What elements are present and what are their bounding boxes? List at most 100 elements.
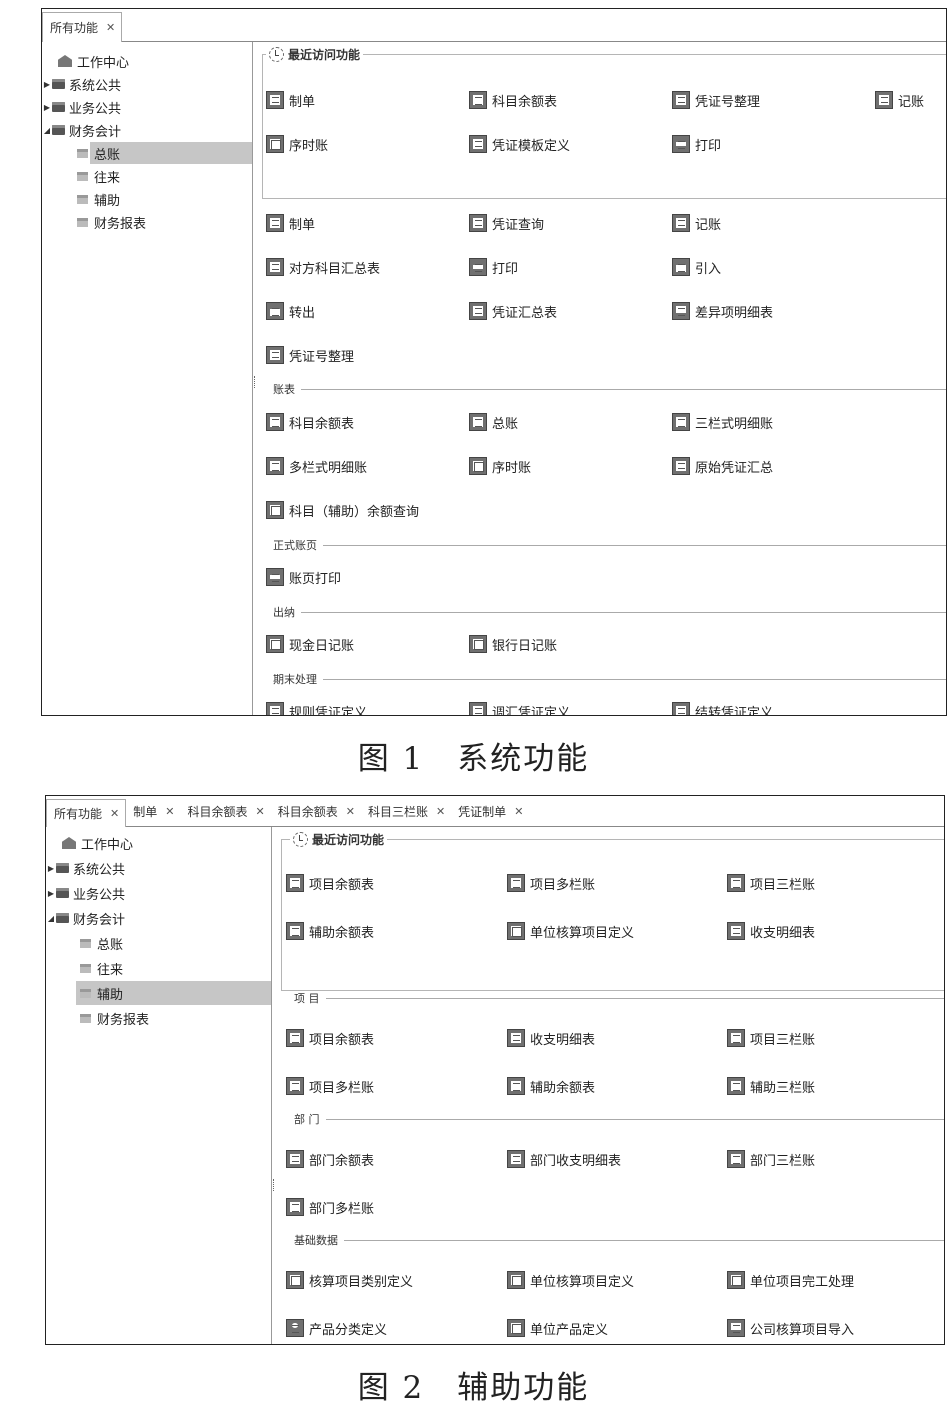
expand-arrow-icon[interactable]: ▶ xyxy=(42,103,52,112)
splitter-handle[interactable] xyxy=(254,376,257,388)
close-icon[interactable]: ✕ xyxy=(110,807,119,820)
recent-func-voucher-sort[interactable]: 凭证号整理 xyxy=(672,89,760,111)
func-multi-column-detail[interactable]: 多栏式明细账 xyxy=(266,455,367,477)
func-exchange-voucher[interactable]: 调汇凭证定义 xyxy=(469,700,570,715)
tree-item-financial-reports[interactable]: 财务报表 xyxy=(42,211,252,233)
tree-item-receivables[interactable]: 往来 xyxy=(42,165,252,187)
func-unit-item-completion[interactable]: 单位项目完工处理 xyxy=(727,1269,854,1291)
recent-func-project-multi-column[interactable]: 项目多栏账 xyxy=(507,872,595,894)
exchange-icon xyxy=(469,702,487,715)
func-rule-voucher[interactable]: 规则凭证定义 xyxy=(266,700,367,715)
func-item-category-def[interactable]: 核算项目类别定义 xyxy=(286,1269,413,1291)
tree-item-work-center[interactable]: 工作中心 xyxy=(42,50,252,72)
list-icon xyxy=(727,1077,745,1095)
func-carry-forward-voucher[interactable]: 结转凭证定义 xyxy=(672,700,773,715)
tree-item-system-public[interactable]: ▶ 系统公共 xyxy=(42,73,252,95)
recent-func-unit-item-def[interactable]: 单位核算项目定义 xyxy=(507,920,634,942)
tab-account-balance-2[interactable]: 科目余额表 ✕ xyxy=(271,796,361,826)
tree-item-work-center[interactable]: 工作中心 xyxy=(46,831,271,855)
expand-arrow-icon[interactable]: ▶ xyxy=(46,864,56,873)
func-three-column-detail[interactable]: 三栏式明细账 xyxy=(672,411,773,433)
func-import[interactable]: 引入 xyxy=(672,256,721,278)
func-dept-three-column[interactable]: 部门三栏账 xyxy=(727,1148,815,1170)
close-icon[interactable]: ✕ xyxy=(346,805,355,818)
recent-func-template[interactable]: 凭证模板定义 xyxy=(469,133,570,155)
tab-all-functions[interactable]: 所有功能 ✕ xyxy=(46,799,127,827)
tree-item-business-public[interactable]: ▶ 业务公共 xyxy=(46,881,271,905)
func-aux-three-column[interactable]: 辅助三栏账 xyxy=(727,1075,815,1097)
close-icon[interactable]: ✕ xyxy=(514,805,523,818)
close-icon[interactable]: ✕ xyxy=(436,805,445,818)
tab-three-column-ledger[interactable]: 科目三栏账 ✕ xyxy=(361,796,451,826)
func-bank-journal[interactable]: 银行日记账 xyxy=(469,633,557,655)
func-voucher-query[interactable]: 凭证查询 xyxy=(469,212,544,234)
func-make-voucher[interactable]: 制单 xyxy=(266,212,315,234)
recent-func-print[interactable]: 打印 xyxy=(672,133,721,155)
tree-item-general-ledger[interactable]: 总账 xyxy=(46,931,271,955)
tree-item-auxiliary[interactable]: 辅助 xyxy=(42,188,252,210)
func-dept-income-detail[interactable]: 部门收支明细表 xyxy=(507,1148,621,1170)
func-unit-product-def[interactable]: 单位产品定义 xyxy=(507,1317,608,1339)
recent-func-chronological[interactable]: 序时账 xyxy=(266,133,328,155)
func-balance-query[interactable]: 科目（辅助）余额查询 xyxy=(266,499,419,521)
func-project-multi-column[interactable]: 项目多栏账 xyxy=(286,1075,374,1097)
tree-label: 业务公共 xyxy=(73,887,126,903)
func-aux-balance[interactable]: 辅助余额表 xyxy=(507,1075,595,1097)
tab-all-functions[interactable]: 所有功能 ✕ xyxy=(42,12,123,42)
collapse-arrow-icon[interactable]: ◢ xyxy=(42,126,52,135)
tree-item-financial-accounting[interactable]: ◢ 财务会计 xyxy=(46,906,271,930)
splitter-handle[interactable] xyxy=(273,1179,276,1191)
ledger-icon xyxy=(469,91,487,109)
func-general-ledger[interactable]: 总账 xyxy=(469,411,518,433)
recent-func-income-detail[interactable]: 收支明细表 xyxy=(727,920,815,942)
func-original-voucher-summary[interactable]: 原始凭证汇总 xyxy=(672,455,773,477)
func-difference-detail[interactable]: 差异项明细表 xyxy=(672,300,773,322)
func-project-balance[interactable]: 项目余额表 xyxy=(286,1027,374,1049)
func-dept-multi-column[interactable]: 部门多栏账 xyxy=(286,1196,374,1218)
tab-voucher-entry[interactable]: 凭证制单 ✕ xyxy=(451,796,529,826)
expand-arrow-icon[interactable]: ▶ xyxy=(46,889,56,898)
tree-item-financial-accounting[interactable]: ◢ 财务会计 xyxy=(42,119,252,141)
ledger-icon xyxy=(286,1029,304,1047)
export-icon xyxy=(266,302,284,320)
func-chronological[interactable]: 序时账 xyxy=(469,455,531,477)
func-unit-item-def[interactable]: 单位核算项目定义 xyxy=(507,1269,634,1291)
recent-func-aux-balance[interactable]: 辅助余额表 xyxy=(286,920,374,942)
func-dept-balance[interactable]: 部门余额表 xyxy=(286,1148,374,1170)
func-print[interactable]: 打印 xyxy=(469,256,518,278)
tree-item-general-ledger[interactable]: 总账 xyxy=(42,142,252,164)
recent-func-account-balance[interactable]: 科目余额表 xyxy=(469,89,557,111)
func-project-three-column[interactable]: 项目三栏账 xyxy=(727,1027,815,1049)
close-icon[interactable]: ✕ xyxy=(106,21,115,34)
recent-func-project-balance[interactable]: 项目余额表 xyxy=(286,872,374,894)
func-voucher-sort[interactable]: 凭证号整理 xyxy=(266,344,354,366)
func-account-balance[interactable]: 科目余额表 xyxy=(266,411,354,433)
tree-item-business-public[interactable]: ▶ 业务公共 xyxy=(42,96,252,118)
expand-arrow-icon[interactable]: ▶ xyxy=(42,80,52,89)
close-icon[interactable]: ✕ xyxy=(165,805,174,818)
collapse-arrow-icon[interactable]: ◢ xyxy=(46,914,56,923)
close-icon[interactable]: ✕ xyxy=(255,805,264,818)
import-icon xyxy=(672,258,690,276)
recent-func-project-three-column[interactable]: 项目三栏账 xyxy=(727,872,815,894)
recent-func-post[interactable]: 记账 xyxy=(875,89,924,111)
func-page-print[interactable]: 账页打印 xyxy=(266,566,341,588)
func-post[interactable]: 记账 xyxy=(672,212,721,234)
func-counter-account-summary[interactable]: 对方科目汇总表 xyxy=(266,256,380,278)
tree-item-auxiliary[interactable]: 辅助 xyxy=(46,981,271,1005)
tree-label: 总账 xyxy=(97,937,124,953)
tab-account-balance-1[interactable]: 科目余额表 ✕ xyxy=(180,796,270,826)
folder-icon xyxy=(52,125,65,135)
tree-item-receivables[interactable]: 往来 xyxy=(46,956,271,980)
func-export[interactable]: 转出 xyxy=(266,300,315,322)
func-product-category-def[interactable]: 产品分类定义 xyxy=(286,1317,387,1339)
tree-item-system-public[interactable]: ▶ 系统公共 xyxy=(46,856,271,880)
tab-make-voucher[interactable]: 制单 ✕ xyxy=(126,796,180,826)
func-voucher-summary[interactable]: 凭证汇总表 xyxy=(469,300,557,322)
recent-func-make-voucher[interactable]: 制单 xyxy=(266,89,315,111)
tree-item-financial-reports[interactable]: 财务报表 xyxy=(46,1006,271,1030)
func-income-detail[interactable]: 收支明细表 xyxy=(507,1027,595,1049)
func-cash-journal[interactable]: 现金日记账 xyxy=(266,633,354,655)
ledger-icon xyxy=(266,413,284,431)
func-company-item-import[interactable]: 公司核算项目导入 xyxy=(727,1317,854,1339)
